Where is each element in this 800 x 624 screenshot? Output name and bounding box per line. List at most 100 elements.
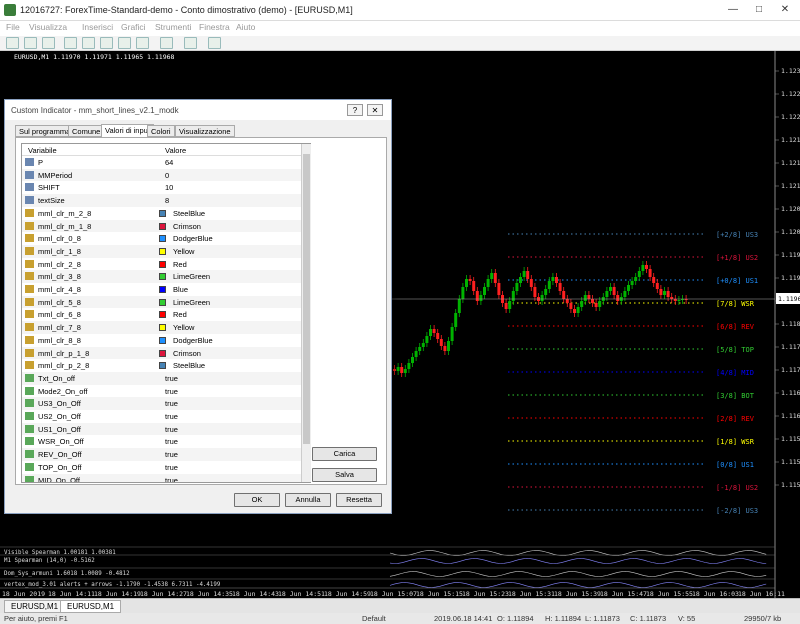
bar-chart-icon[interactable] bbox=[6, 37, 19, 49]
param-value[interactable]: Red bbox=[173, 310, 187, 319]
param-value[interactable]: true bbox=[165, 374, 178, 383]
param-value[interactable]: Crimson bbox=[173, 349, 201, 358]
color-swatch[interactable] bbox=[159, 362, 166, 370]
color-swatch[interactable] bbox=[159, 311, 166, 319]
param-value[interactable]: Blue bbox=[173, 285, 188, 294]
input-row[interactable]: mml_clr_2_8 Red bbox=[22, 257, 302, 271]
param-value[interactable]: Crimson bbox=[173, 222, 201, 231]
input-row[interactable]: mml_clr_6_8 Red bbox=[22, 308, 302, 322]
color-swatch[interactable] bbox=[159, 260, 166, 268]
input-row[interactable]: mml_clr_7_8 Yellow bbox=[22, 321, 302, 334]
tab-about[interactable]: Sul programma bbox=[15, 125, 75, 137]
periods-icon[interactable] bbox=[184, 37, 197, 49]
templates-icon[interactable] bbox=[208, 37, 221, 49]
color-swatch[interactable] bbox=[159, 273, 166, 281]
param-value[interactable]: 0 bbox=[165, 171, 169, 180]
autoscroll-icon[interactable] bbox=[118, 37, 131, 49]
param-value[interactable]: Red bbox=[173, 260, 187, 269]
help-button[interactable]: ? bbox=[347, 104, 363, 116]
param-value[interactable]: true bbox=[165, 450, 178, 459]
input-row[interactable]: US3_On_Off true bbox=[22, 397, 302, 410]
tab-visualization[interactable]: Visualizzazione bbox=[175, 125, 235, 137]
indicators-icon[interactable] bbox=[160, 37, 173, 49]
color-swatch[interactable] bbox=[159, 209, 166, 217]
param-value[interactable]: LimeGreen bbox=[173, 298, 210, 307]
menu-file[interactable]: File bbox=[6, 22, 20, 32]
input-row[interactable]: P 64 bbox=[22, 156, 302, 169]
param-value[interactable]: 64 bbox=[165, 158, 173, 167]
input-row[interactable]: US2_On_Off true bbox=[22, 410, 302, 423]
chart-tab-1[interactable]: EURUSD,M1 bbox=[4, 600, 66, 613]
param-value[interactable]: DodgerBlue bbox=[173, 234, 213, 243]
color-swatch[interactable] bbox=[159, 235, 166, 243]
input-row[interactable]: mml_clr_m_1_8 Crimson bbox=[22, 219, 302, 233]
input-row[interactable]: REV_On_Off true bbox=[22, 448, 302, 461]
candle-chart-icon[interactable] bbox=[24, 37, 37, 49]
param-value[interactable]: LimeGreen bbox=[173, 272, 210, 281]
tab-inputs[interactable]: Valori di input bbox=[101, 124, 154, 138]
chart-shift-icon[interactable] bbox=[136, 37, 149, 49]
color-swatch[interactable] bbox=[159, 336, 166, 344]
load-button[interactable]: Carica bbox=[312, 447, 377, 461]
cancel-button[interactable]: Annulla bbox=[285, 493, 331, 507]
color-swatch[interactable] bbox=[159, 324, 166, 332]
input-row[interactable]: Mode2_On_off true bbox=[22, 384, 302, 398]
input-row[interactable]: mml_clr_4_8 Blue bbox=[22, 283, 302, 296]
menu-tools[interactable]: Strumenti bbox=[155, 22, 191, 32]
dialog-close-button[interactable]: ✕ bbox=[367, 104, 383, 116]
input-row[interactable]: mml_clr_p_2_8 SteelBlue bbox=[22, 359, 302, 372]
tab-common[interactable]: Comune bbox=[68, 125, 105, 137]
inputs-grid[interactable]: Variabile Valore P 64 MMPeriod 0 SHIFT 10 text… bbox=[21, 143, 311, 483]
close-button[interactable]: ✕ bbox=[772, 0, 798, 20]
input-row[interactable]: mml_clr_1_8 Yellow bbox=[22, 244, 302, 258]
color-swatch[interactable] bbox=[159, 349, 166, 357]
ok-button[interactable]: OK bbox=[234, 493, 280, 507]
color-swatch[interactable] bbox=[159, 298, 166, 306]
tab-colors[interactable]: Colori bbox=[147, 125, 175, 137]
input-row[interactable]: mml_clr_m_2_8 SteelBlue bbox=[22, 206, 302, 220]
input-row[interactable]: textSize 8 bbox=[22, 194, 302, 207]
input-row[interactable]: TOP_On_Off true bbox=[22, 460, 302, 474]
grid-scrollbar[interactable] bbox=[301, 144, 311, 482]
input-row[interactable]: mml_clr_5_8 LimeGreen bbox=[22, 295, 302, 309]
line-chart-icon[interactable] bbox=[42, 37, 55, 49]
reset-button[interactable]: Resetta bbox=[336, 493, 382, 507]
minimize-button[interactable]: — bbox=[720, 0, 746, 20]
custom-indicator-dialog[interactable]: Custom Indicator - mm_short_lines_v2.1_m… bbox=[4, 99, 392, 514]
zoom-in-icon[interactable] bbox=[64, 37, 77, 49]
param-value[interactable]: DodgerBlue bbox=[173, 336, 213, 345]
param-value[interactable]: true bbox=[165, 463, 178, 472]
input-row[interactable]: MMPeriod 0 bbox=[22, 168, 302, 182]
color-swatch[interactable] bbox=[159, 247, 166, 255]
tile-windows-icon[interactable] bbox=[100, 37, 113, 49]
param-value[interactable]: Yellow bbox=[173, 323, 194, 332]
input-row[interactable]: mml_clr_8_8 DodgerBlue bbox=[22, 333, 302, 347]
input-row[interactable]: Txt_On_off true bbox=[22, 371, 302, 385]
input-row[interactable]: mml_clr_p_1_8 Crimson bbox=[22, 346, 302, 360]
chart-tab-2[interactable]: EURUSD,M1 bbox=[60, 600, 122, 613]
param-value[interactable]: true bbox=[165, 437, 178, 446]
color-swatch[interactable] bbox=[159, 286, 166, 293]
save-button[interactable]: Salva bbox=[312, 468, 377, 482]
scrollbar-thumb[interactable] bbox=[303, 154, 310, 444]
input-row[interactable]: mml_clr_0_8 DodgerBlue bbox=[22, 232, 302, 245]
param-value[interactable]: true bbox=[165, 412, 178, 421]
param-value[interactable]: true bbox=[165, 387, 178, 396]
param-value[interactable]: true bbox=[165, 476, 178, 483]
param-value[interactable]: true bbox=[165, 425, 178, 434]
param-value[interactable]: Yellow bbox=[173, 247, 194, 256]
maximize-button[interactable]: □ bbox=[746, 0, 772, 20]
input-row[interactable]: mml_clr_3_8 LimeGreen bbox=[22, 270, 302, 283]
input-row[interactable]: WSR_On_Off true bbox=[22, 435, 302, 449]
param-value[interactable]: 10 bbox=[165, 183, 173, 192]
input-row[interactable]: MID_On_Off true bbox=[22, 473, 302, 483]
menu-help[interactable]: Aiuto bbox=[236, 22, 255, 32]
menu-view[interactable]: Visualizza bbox=[29, 22, 67, 32]
input-row[interactable]: US1_On_Off true bbox=[22, 422, 302, 436]
zoom-out-icon[interactable] bbox=[82, 37, 95, 49]
color-swatch[interactable] bbox=[159, 222, 166, 230]
param-value[interactable]: SteelBlue bbox=[173, 361, 205, 370]
param-value[interactable]: true bbox=[165, 399, 178, 408]
menu-insert[interactable]: Inserisci bbox=[82, 22, 113, 32]
menu-window[interactable]: Finestra bbox=[199, 22, 230, 32]
